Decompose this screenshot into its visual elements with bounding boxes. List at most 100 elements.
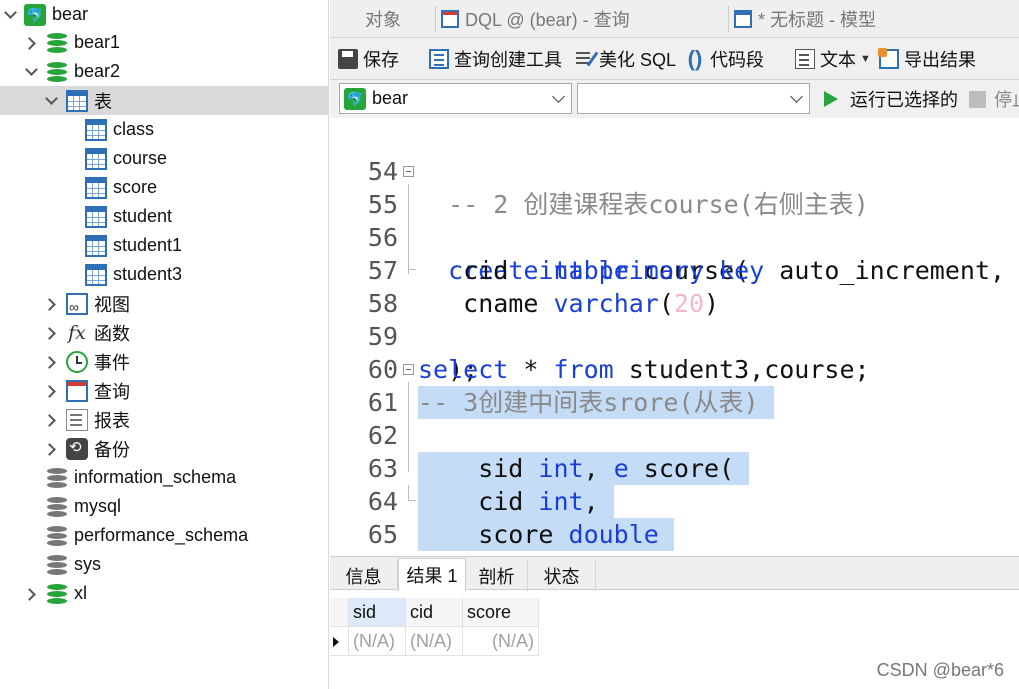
tree-item-db-information-schema[interactable]: information_schema bbox=[0, 463, 328, 492]
tree-item-backups[interactable]: 备份 bbox=[0, 434, 328, 463]
database-select[interactable] bbox=[577, 83, 810, 114]
database-icon bbox=[46, 496, 68, 518]
tree-item-tables-folder[interactable]: 表 bbox=[0, 86, 328, 115]
run-selected-button[interactable]: 运行已选择的 bbox=[824, 80, 958, 118]
save-button[interactable]: 保存 bbox=[338, 38, 399, 80]
tree-item-label: 查询 bbox=[94, 381, 130, 402]
tree-item-db-xl[interactable]: xl bbox=[0, 579, 328, 608]
tree-item-table-student3[interactable]: student3 bbox=[0, 260, 328, 289]
tree-item-db-performance-schema[interactable]: performance_schema bbox=[0, 521, 328, 550]
database-icon bbox=[46, 467, 68, 489]
chevron-right-icon[interactable] bbox=[44, 326, 58, 340]
stop-button[interactable]: 停止 bbox=[969, 80, 1019, 118]
table-icon bbox=[85, 263, 107, 286]
tree-item-table-student[interactable]: student bbox=[0, 202, 328, 231]
table-icon bbox=[85, 147, 107, 170]
tree-item-label: bear2 bbox=[74, 61, 121, 81]
tree-item-events[interactable]: 事件 bbox=[0, 347, 328, 376]
export-results-button[interactable]: 导出结果 bbox=[878, 38, 976, 80]
text-document-icon bbox=[795, 49, 815, 69]
mysql-connection-icon: 🐬 bbox=[344, 87, 366, 110]
chevron-right-icon[interactable] bbox=[44, 413, 58, 427]
grid-cell[interactable]: (N/A) bbox=[406, 627, 463, 656]
tree-item-label: score bbox=[113, 177, 158, 197]
beautify-sql-button[interactable]: 美化 SQL bbox=[574, 38, 676, 80]
fold-toggle-icon[interactable] bbox=[403, 364, 414, 375]
event-icon bbox=[66, 350, 88, 373]
code-line-selected: 60 -- 3创建中间表srore(从表) bbox=[330, 320, 1019, 419]
export-label: 导出结果 bbox=[904, 50, 976, 70]
chevron-down-icon bbox=[790, 90, 803, 103]
chevron-down-icon[interactable] bbox=[3, 8, 17, 22]
beautify-label: 美化 SQL bbox=[599, 50, 677, 70]
code-snippet-button[interactable]: () 代码段 bbox=[685, 38, 764, 80]
code-line: 57 cname varchar(20) bbox=[330, 221, 1019, 318]
stop-icon bbox=[969, 90, 986, 108]
table-icon bbox=[85, 118, 107, 141]
tree-item-label: 报表 bbox=[94, 410, 130, 431]
code-line: 58 ); bbox=[330, 254, 1019, 384]
tab-objects[interactable]: 对象 bbox=[365, 0, 401, 38]
mysql-connection-icon: 🐬 bbox=[24, 3, 46, 26]
column-header-score[interactable]: score bbox=[463, 598, 539, 627]
text-mode-button[interactable]: 文本 ▼ bbox=[795, 38, 876, 80]
chevron-right-icon[interactable] bbox=[44, 297, 58, 311]
connection-select[interactable]: 🐬 bear bbox=[339, 83, 572, 114]
tree-item-queries[interactable]: 查询 bbox=[0, 376, 328, 405]
sql-editor[interactable]: 54 -- 2 创建课程表course(右侧主表) 55 create tabl… bbox=[330, 118, 1019, 555]
tab-result-1[interactable]: 结果 1 bbox=[398, 558, 466, 591]
chevron-right-icon[interactable] bbox=[24, 587, 38, 601]
view-icon bbox=[66, 292, 88, 315]
column-header-cid[interactable]: cid bbox=[406, 598, 463, 627]
tree-item-table-score[interactable]: score bbox=[0, 173, 328, 202]
tab-query[interactable]: DQL @ (bear) - 查询 bbox=[441, 0, 630, 38]
chevron-down-icon[interactable] bbox=[44, 94, 58, 108]
tab-info[interactable]: 信息 bbox=[330, 560, 398, 591]
chevron-right-icon[interactable] bbox=[44, 355, 58, 369]
chevron-down-icon[interactable] bbox=[24, 65, 38, 79]
query-options-bar: 🐬 bear 运行已选择的 停止 bbox=[330, 80, 1019, 118]
query-builder-button[interactable]: 查询创建工具 bbox=[429, 38, 562, 80]
tree-item-table-class[interactable]: class bbox=[0, 115, 328, 144]
cell-value: (N/A) bbox=[353, 630, 395, 651]
tree-item-connection-bear[interactable]: 🐬 bear bbox=[0, 0, 328, 29]
tree-item-label: sys bbox=[74, 554, 101, 574]
line-number: 66 bbox=[330, 551, 398, 555]
tab-label: 对象 bbox=[365, 10, 401, 30]
tree-item-functions[interactable]: fx 函数 bbox=[0, 318, 328, 347]
code-line-selected: 63 cid int, bbox=[330, 419, 1019, 518]
tree-item-db-bear1[interactable]: bear1 bbox=[0, 28, 328, 57]
table-icon bbox=[85, 234, 107, 257]
query-builder-label: 查询创建工具 bbox=[454, 50, 562, 70]
tree-item-db-sys[interactable]: sys bbox=[0, 550, 328, 579]
save-label: 保存 bbox=[363, 50, 399, 70]
query-icon bbox=[441, 10, 459, 28]
tree-item-db-mysql[interactable]: mysql bbox=[0, 492, 328, 521]
chevron-right-icon[interactable] bbox=[44, 384, 58, 398]
fold-toggle-icon[interactable] bbox=[403, 166, 414, 177]
chevron-down-icon bbox=[552, 90, 565, 103]
tree-item-reports[interactable]: 报表 bbox=[0, 405, 328, 434]
grid-cell[interactable]: (N/A) bbox=[463, 627, 539, 656]
tree-item-table-course[interactable]: course bbox=[0, 144, 328, 173]
tree-item-table-student1[interactable]: student1 bbox=[0, 231, 328, 260]
chevron-right-icon[interactable] bbox=[24, 36, 38, 50]
chevron-right-icon[interactable] bbox=[44, 442, 58, 456]
column-header-label: score bbox=[467, 601, 512, 622]
dropdown-caret-icon[interactable]: ▼ bbox=[860, 53, 871, 65]
column-header-sid[interactable]: sid bbox=[349, 598, 406, 627]
grid-cell[interactable]: (N/A) bbox=[349, 627, 406, 656]
document-tab-bar: 对象 DQL @ (bear) - 查询 * 无标题 - 模型 bbox=[330, 0, 1019, 38]
row-selector[interactable] bbox=[330, 627, 349, 656]
tab-model[interactable]: * 无标题 - 模型 bbox=[734, 0, 876, 38]
result-tab-bar: 信息 结果 1 剖析 状态 bbox=[330, 556, 1019, 591]
save-icon bbox=[338, 49, 358, 69]
tree-item-label: xl bbox=[74, 583, 87, 603]
tab-status[interactable]: 状态 bbox=[528, 560, 596, 591]
tree-item-views[interactable]: 视图 bbox=[0, 289, 328, 318]
export-icon bbox=[878, 48, 899, 69]
tab-profile[interactable]: 剖析 bbox=[466, 560, 528, 591]
tree-item-db-bear2[interactable]: bear2 bbox=[0, 57, 328, 86]
tab-label: 剖析 bbox=[478, 566, 515, 587]
tree-item-label: mysql bbox=[74, 496, 122, 516]
